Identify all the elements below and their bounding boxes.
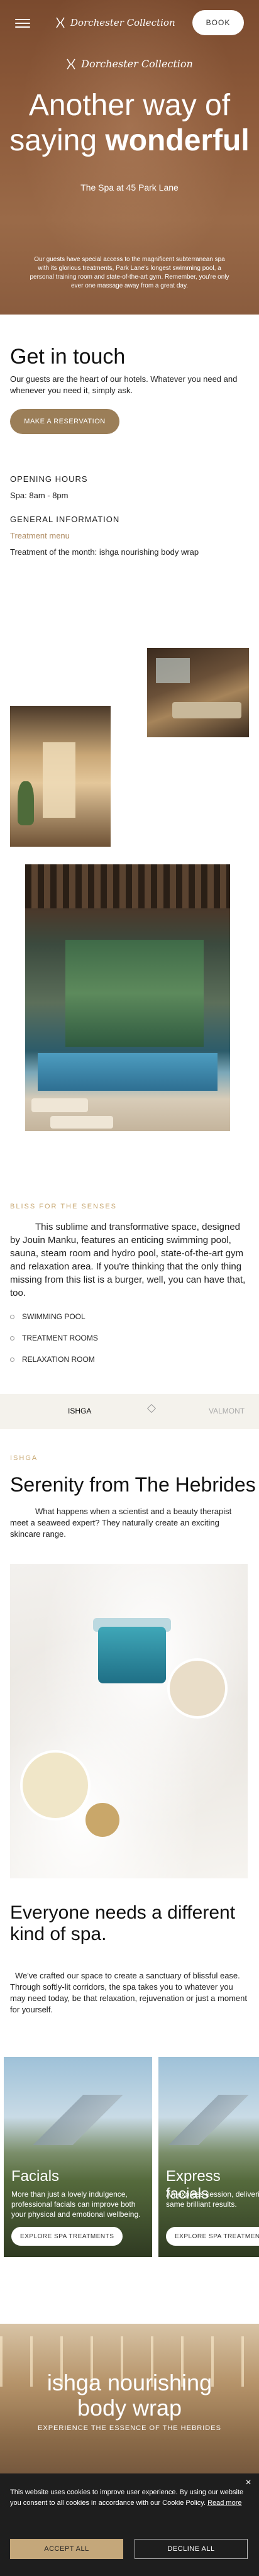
bliss-paragraph: This sublime and transformative space, d…: [10, 1222, 246, 1298]
ishga-paragraph: What happens when a scientist and a beau…: [10, 1507, 232, 1539]
ishga-products-photo: [10, 1564, 248, 1878]
everyone-paragraph: We've crafted our space to create a sanc…: [10, 1971, 247, 2014]
swimming-pool-photo: [25, 864, 230, 1131]
get-in-touch-text: Our guests are the heart of our hotels. …: [10, 374, 238, 395]
hero-paragraph: Our guests have special access to the ma…: [30, 256, 229, 289]
hero-subtitle: The Spa at 45 Park Lane: [80, 182, 179, 192]
ishga-heading: Serenity from The Hebrides: [10, 1473, 256, 1496]
hero-brand: Dorchester Collection: [0, 58, 259, 70]
brand-tabs: ISHGA VALMONT: [0, 1394, 259, 1429]
everyone-heading: Everyone needs a different kind of spa.: [10, 1902, 236, 1944]
card-text: An express session, delivering the same …: [166, 2190, 259, 2209]
spa-corridor-photo: [10, 706, 111, 847]
get-in-touch-heading: Get in touch: [10, 345, 126, 369]
read-more-link[interactable]: Read more: [207, 2499, 241, 2507]
diamond-separator-icon: [146, 1403, 157, 1413]
ishga-kicker: ISHGA: [10, 1454, 38, 1462]
book-button[interactable]: BOOK: [192, 10, 244, 35]
explore-spa-treatments-button[interactable]: EXPLORE SPA TREATMENTS: [166, 2227, 259, 2246]
bullet-icon: [10, 1357, 14, 1362]
opening-hours-value: Spa: 8am - 8pm: [10, 491, 69, 500]
bullet-icon: [10, 1335, 14, 1341]
facials-card: Facials More than just a lovely indulgen…: [4, 2057, 152, 2257]
amenity-swimming-pool: SWIMMING POOL: [10, 1312, 85, 1321]
general-information-label: GENERAL INFORMATION: [10, 515, 120, 524]
dorchester-logo-icon: [56, 17, 65, 28]
brand-name: Dorchester Collection: [70, 17, 175, 28]
express-facials-card: Express facials An express session, deli…: [158, 2057, 259, 2257]
decline-all-button[interactable]: DECLINE ALL: [135, 2539, 248, 2559]
explore-spa-treatments-button[interactable]: EXPLORE SPA TREATMENTS: [11, 2227, 123, 2246]
amenity-treatment-rooms: TREATMENT ROOMS: [10, 1334, 98, 1342]
amenity-relaxation-room: RELAXATION ROOM: [10, 1355, 95, 1364]
hero-brand-name: Dorchester Collection: [81, 58, 193, 70]
tab-ishga[interactable]: ISHGA: [68, 1407, 91, 1415]
top-navigation-bar: Dorchester Collection BOOK: [0, 0, 259, 45]
bullet-icon: [10, 1314, 14, 1319]
card-text: More than just a lovely indulgence, prof…: [11, 2190, 141, 2219]
make-reservation-button[interactable]: MAKE A RESERVATION: [10, 409, 119, 434]
card-title: Facials: [11, 2168, 60, 2185]
relaxation-lounge-photo: [147, 648, 249, 737]
cookie-text: This website uses cookies to improve use…: [10, 2489, 244, 2507]
body-wrap-title: ishga nourishing body wrap: [47, 2370, 212, 2421]
accept-all-button[interactable]: ACCEPT ALL: [10, 2539, 123, 2559]
hero-section: Dorchester Collection BOOK Dorchester Co…: [0, 0, 259, 315]
brand-logo[interactable]: Dorchester Collection: [55, 15, 181, 30]
menu-hamburger-icon[interactable]: [15, 19, 30, 28]
opening-hours-label: OPENING HOURS: [10, 474, 88, 484]
tab-valmont[interactable]: VALMONT: [209, 1407, 245, 1415]
dorchester-logo-icon: [67, 59, 75, 69]
close-icon[interactable]: ×: [243, 2477, 254, 2489]
hero-title: Another way of saying wonderful: [9, 89, 250, 157]
treatment-of-the-month: Treatment of the month: ishga nourishing…: [10, 547, 199, 557]
treatment-menu-link[interactable]: Treatment menu: [10, 531, 70, 540]
cookie-banner: × This website uses cookies to improve u…: [0, 2473, 259, 2576]
body-wrap-subtitle: EXPERIENCE THE ESSENCE OF THE HEBRIDES: [38, 2424, 221, 2432]
bliss-kicker: BLISS FOR THE SENSES: [10, 1203, 118, 1210]
